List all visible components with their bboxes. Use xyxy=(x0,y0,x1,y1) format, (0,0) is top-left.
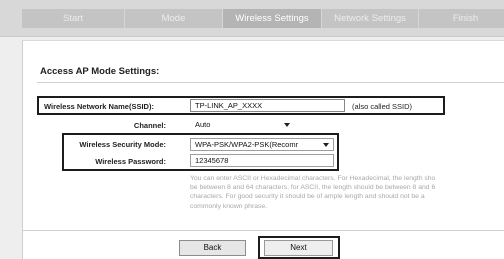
channel-select[interactable]: Auto xyxy=(190,118,295,131)
channel-label: Channel: xyxy=(133,121,166,130)
hint-line: You can enter ASCII or Hexadecimal chara… xyxy=(190,175,436,182)
wizard-tab-bar: Start Mode Wireless Settings Network Set… xyxy=(0,0,504,37)
password-hint: You can enter ASCII or Hexadecimal chara… xyxy=(190,174,504,211)
security-mode-label: Wireless Security Mode: xyxy=(79,140,166,149)
hint-line: commonly known phrase. xyxy=(190,202,268,210)
next-button[interactable]: Next xyxy=(264,240,333,256)
security-mode-select[interactable]: WPA-PSK/WPA2-PSK(Recomr xyxy=(190,138,334,151)
footer-divider xyxy=(22,230,504,231)
chevron-down-icon xyxy=(323,143,329,147)
tab-wireless-settings[interactable]: Wireless Settings xyxy=(223,9,322,28)
wizard-tabs: Start Mode Wireless Settings Network Set… xyxy=(22,9,504,28)
hint-line: be between 8 and 64 characters; for ASCI… xyxy=(190,184,436,192)
tab-mode[interactable]: Mode xyxy=(125,9,223,28)
hint-line: characters. For good security it should … xyxy=(190,193,425,201)
ssid-input[interactable]: TP-LINK_AP_XXXX xyxy=(190,99,345,112)
back-button[interactable]: Back xyxy=(179,240,246,256)
tab-finish[interactable]: Finish xyxy=(419,9,504,28)
security-mode-value: WPA-PSK/WPA2-PSK(Recomr xyxy=(195,140,299,149)
chevron-down-icon xyxy=(284,123,290,127)
title-divider xyxy=(37,82,504,83)
password-label: Wireless Password: xyxy=(95,157,166,166)
ssid-label: Wireless Network Name(SSID): xyxy=(44,102,154,111)
password-input[interactable]: 12345678 xyxy=(190,154,334,167)
page-title: Access AP Mode Settings: xyxy=(40,66,160,77)
tab-start[interactable]: Start xyxy=(22,9,125,28)
channel-select-value: Auto xyxy=(195,120,211,129)
ssid-hint-label: (also called SSID) xyxy=(352,102,413,111)
tab-network-settings[interactable]: Network Settings xyxy=(322,9,419,28)
